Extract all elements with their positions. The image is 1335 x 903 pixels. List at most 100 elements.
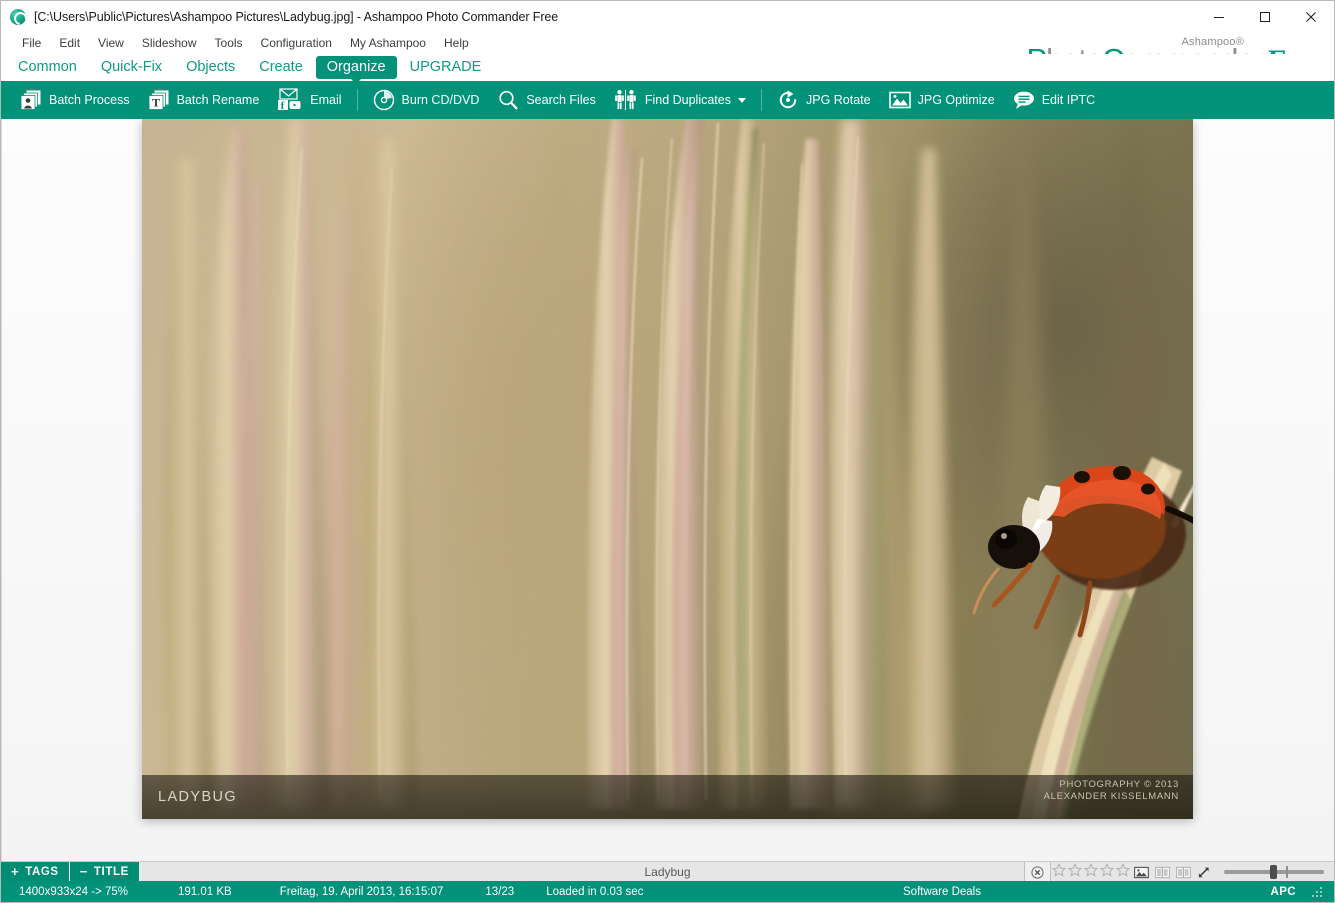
- status-dimensions: 1400x933x24 -> 75%: [19, 885, 129, 898]
- rating-star-4[interactable]: [1099, 862, 1115, 882]
- menu-item-edit[interactable]: Edit: [50, 32, 89, 54]
- menu-item-help[interactable]: Help: [435, 32, 478, 54]
- menu-item-slideshow[interactable]: Slideshow: [133, 32, 206, 54]
- toolbar-label: Batch Rename: [176, 93, 260, 107]
- tab-organize[interactable]: Organize: [315, 56, 397, 84]
- jpg-optimize-button[interactable]: JPG Optimize: [880, 81, 1004, 119]
- zoom-slider-tick: [1286, 866, 1288, 878]
- image-viewer[interactable]: LADYBUG PHOTOGRAPHY © 2013 ALEXANDER KIS…: [1, 119, 1334, 861]
- toolbar-separator: [760, 89, 762, 111]
- status-brand: APC: [1270, 885, 1296, 898]
- photo-credit-line2: ALEXANDER KISSELMANN: [1043, 791, 1179, 802]
- rating-star-5[interactable]: [1115, 862, 1131, 882]
- rotate-icon: [779, 90, 797, 109]
- chevron-down-icon[interactable]: [737, 97, 746, 103]
- edit-iptc-button[interactable]: Edit IPTC: [1004, 81, 1105, 119]
- ashampoo-circle-icon: [10, 8, 26, 25]
- menu-label: My Ashampoo: [349, 36, 426, 50]
- magnifier-icon: [499, 90, 518, 110]
- status-index: 13/23: [485, 885, 515, 898]
- photo-caption-title: LADYBUG: [158, 789, 238, 805]
- title-bar: [C:\Users\Public\Pictures\Ashampoo Pictu…: [1, 1, 1334, 32]
- window-title: [C:\Users\Public\Pictures\Ashampoo Pictu…: [34, 9, 559, 24]
- menu-item-configuration[interactable]: Configuration: [252, 32, 341, 54]
- batch-rename-button[interactable]: T Batch Rename: [139, 81, 269, 119]
- fullscreen-button[interactable]: [1197, 866, 1211, 879]
- menu-item-view[interactable]: View: [89, 32, 133, 54]
- resize-grip-icon[interactable]: [1312, 887, 1324, 899]
- tags-right-tools: [1024, 862, 1334, 882]
- image-preview-button[interactable]: [1134, 866, 1149, 879]
- tab-create[interactable]: Create: [248, 56, 314, 79]
- toolbar-label: JPG Optimize: [917, 93, 995, 107]
- rating-star-3[interactable]: [1083, 862, 1099, 882]
- fullscreen-arrows-icon: [1198, 867, 1209, 877]
- compare-left-button[interactable]: [1155, 866, 1170, 879]
- zoom-slider[interactable]: [1224, 865, 1324, 879]
- rating-star-1[interactable]: [1051, 862, 1067, 882]
- compare-right-button[interactable]: [1176, 866, 1191, 879]
- tab-quick-fix[interactable]: Quick-Fix: [90, 56, 173, 79]
- status-filesize: 191.01 KB: [178, 885, 232, 898]
- menu-item-file[interactable]: File: [13, 32, 50, 54]
- toolbar-label: Find Duplicates: [644, 93, 731, 107]
- toolbar-label: Edit IPTC: [1041, 93, 1096, 107]
- image-preview-icon: [1134, 866, 1149, 878]
- minimize-button[interactable]: [1196, 1, 1242, 32]
- compare-right-icon: [1176, 866, 1191, 878]
- photo-grass-layer: [162, 119, 1193, 819]
- tab-common[interactable]: Common: [7, 56, 88, 79]
- menu-label: Edit: [59, 36, 81, 50]
- burn-cd-dvd-button[interactable]: Burn CD/DVD: [364, 81, 489, 119]
- speech-bubble-icon: [1013, 91, 1034, 109]
- organize-toolbar: Batch Process T Batch Rename f Email Bur…: [1, 81, 1334, 119]
- photo-image: LADYBUG PHOTOGRAPHY © 2013 ALEXANDER KIS…: [142, 119, 1193, 819]
- application-window: [C:\Users\Public\Pictures\Ashampoo Pictu…: [0, 0, 1335, 903]
- menu-item-my-ashampoo[interactable]: My Ashampoo: [341, 32, 435, 54]
- maximize-button[interactable]: [1242, 1, 1288, 32]
- rating-star-2[interactable]: [1067, 862, 1083, 882]
- menu-item-tools[interactable]: Tools: [206, 32, 252, 54]
- toolbar-label: Email: [310, 93, 342, 107]
- status-date: Freitag, 19. April 2013, 16:15:07: [279, 885, 444, 898]
- toolbar-label: Burn CD/DVD: [401, 93, 480, 107]
- tags-toolbar: + TAGS − TITLE Ladybug: [1, 861, 1334, 882]
- batch-process-icon: [20, 90, 41, 110]
- tab-objects[interactable]: Objects: [175, 56, 246, 79]
- toolbar-label: JPG Rotate: [805, 93, 871, 107]
- menu-label: Tools: [214, 36, 243, 50]
- toolbar-separator: [356, 89, 358, 111]
- close-circle-icon: [1031, 865, 1044, 879]
- email-social-icon: f: [278, 88, 301, 112]
- compare-left-icon: [1155, 866, 1170, 878]
- batch-process-button[interactable]: Batch Process: [11, 81, 139, 119]
- menu-label: Help: [443, 36, 469, 50]
- disc-icon: [373, 89, 394, 111]
- menu-label: View: [98, 36, 124, 50]
- search-files-button[interactable]: Search Files: [488, 81, 604, 119]
- zoom-slider-thumb[interactable]: [1270, 865, 1277, 879]
- toolbar-label: Search Files: [526, 93, 596, 107]
- email-button[interactable]: f Email: [268, 81, 350, 119]
- menu-bar: File Edit View Slideshow Tools Configura…: [1, 32, 1334, 54]
- jpg-rotate-button[interactable]: JPG Rotate: [768, 81, 880, 119]
- find-duplicates-button[interactable]: Find Duplicates: [605, 81, 755, 119]
- status-bar: 1400x933x24 -> 75% 191.01 KB Freitag, 19…: [1, 881, 1334, 902]
- close-button[interactable]: [1288, 1, 1334, 32]
- svg-text:T: T: [152, 96, 160, 110]
- photo-credit-line1: PHOTOGRAPHY © 2013: [1059, 779, 1179, 790]
- batch-rename-icon: T: [148, 90, 169, 110]
- toolbar-label: Batch Process: [49, 93, 130, 107]
- menu-label: Configuration: [260, 36, 332, 50]
- tab-upgrade[interactable]: UPGRADE: [399, 56, 493, 79]
- photo-credit: PHOTOGRAPHY © 2013 ALEXANDER KISSELMANN: [1044, 779, 1179, 803]
- photo-caption-bar: LADYBUG PHOTOGRAPHY © 2013 ALEXANDER KIS…: [142, 775, 1193, 819]
- status-loaded: Loaded in 0.03 sec: [546, 885, 644, 898]
- clear-title-button[interactable]: [1024, 862, 1051, 882]
- menu-label: File: [22, 36, 42, 50]
- ribbon-tab-bar: Common Quick-Fix Objects Create Organize…: [1, 54, 1334, 84]
- software-deals-link[interactable]: Software Deals: [903, 886, 981, 898]
- duplicates-icon: [615, 90, 636, 110]
- photo-frame[interactable]: LADYBUG PHOTOGRAPHY © 2013 ALEXANDER KIS…: [142, 119, 1193, 819]
- svg-text:f: f: [281, 100, 285, 112]
